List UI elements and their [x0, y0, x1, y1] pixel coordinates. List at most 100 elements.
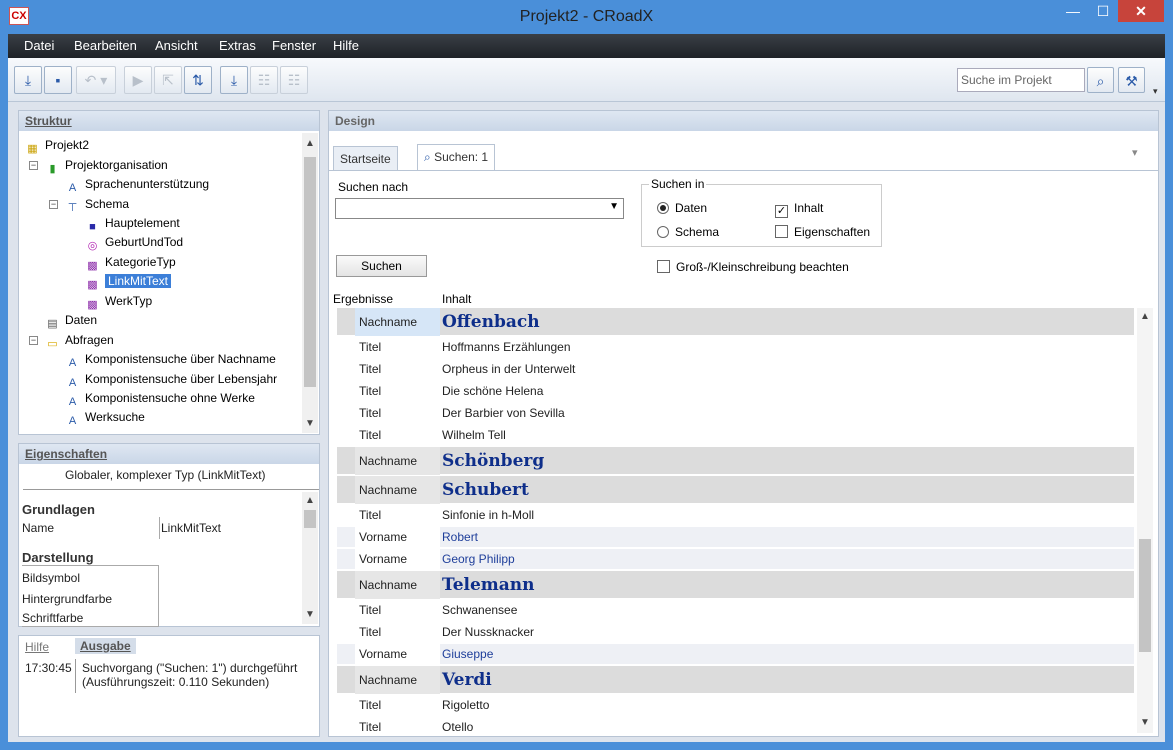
checkbox-inhalt[interactable]: ✓ Inhalt	[775, 201, 823, 218]
result-row[interactable]: Nachname Telemann	[337, 571, 1134, 599]
property-bildsymbol[interactable]: Bildsymbol	[22, 571, 80, 585]
result-row[interactable]: Vorname Robert	[337, 527, 1134, 548]
result-row[interactable]: Nachname Schubert	[337, 476, 1134, 504]
export-icon[interactable]: ⇱	[154, 66, 182, 94]
maximize-button[interactable]: ☐	[1088, 0, 1118, 22]
download-icon[interactable]: ⤓	[220, 66, 248, 94]
tab-suchen[interactable]: ⌕ Suchen: 1	[417, 144, 496, 170]
column-ergebnisse: Ergebnisse	[333, 292, 394, 306]
result-row[interactable]: Titel Hoffmanns Erzählungen	[337, 337, 1134, 358]
tree-node-abfragen[interactable]: ▭ Abfragen	[45, 331, 113, 350]
tab-menu-icon[interactable]: ▾	[1132, 146, 1138, 159]
result-value: Der Barbier von Sevilla	[442, 406, 565, 420]
project-search-input[interactable]: Suche im Projekt	[957, 68, 1085, 92]
tree-node-query-1[interactable]: A Komponistensuche über Nachname	[65, 350, 276, 369]
property-name-value[interactable]: LinkMitText	[161, 521, 221, 535]
result-row[interactable]: Nachname Schönberg	[337, 447, 1134, 475]
structure-panel: Struktur ▦ Projekt2 − ▮ Projektorganisatio…	[18, 110, 320, 435]
save-icon[interactable]: ▪	[44, 66, 72, 94]
checkbox-case[interactable]: Groß-/Kleinschreibung beachten	[657, 260, 849, 274]
tree-node-schema[interactable]: ⊤ Schema	[65, 195, 129, 214]
result-row[interactable]: Nachname Verdi	[337, 666, 1134, 694]
scrollbar-thumb[interactable]	[304, 510, 316, 528]
tree-node-linkmittext[interactable]: ▩ LinkMitText	[85, 272, 172, 291]
collapse-icon[interactable]: −	[29, 161, 38, 170]
menu-bearbeiten[interactable]: Bearbeiten	[74, 34, 137, 58]
result-row[interactable]: Vorname Georg Philipp	[337, 549, 1134, 570]
result-row[interactable]: Nachname Offenbach	[337, 308, 1134, 336]
chevron-down-icon[interactable]: ▼	[609, 201, 619, 212]
result-row[interactable]: Titel Rigoletto	[337, 695, 1134, 716]
search-button[interactable]: Suchen	[336, 255, 427, 277]
close-button[interactable]: ✕	[1118, 0, 1164, 22]
language-icon: A	[68, 182, 77, 194]
tree-node-projektorganisation[interactable]: ▮ Projektorganisation	[45, 156, 167, 175]
tree-icon[interactable]: ☷	[250, 66, 278, 94]
result-row[interactable]: Titel Otello	[337, 717, 1134, 733]
menu-ansicht[interactable]: Ansicht	[155, 34, 198, 58]
menu-hilfe[interactable]: Hilfe	[333, 34, 359, 58]
search-input[interactable]: ▼	[335, 198, 624, 219]
chevron-up-icon[interactable]: ▲	[1137, 310, 1153, 324]
document-icon: ▤	[47, 318, 58, 330]
menu-extras[interactable]: Extras	[219, 34, 256, 58]
result-row[interactable]: Titel Sinfonie in h-Moll	[337, 505, 1134, 526]
import-icon[interactable]: ⤓	[14, 66, 42, 94]
chevron-up-icon[interactable]: ▲	[302, 137, 318, 151]
search-icon[interactable]: ⌕	[1087, 67, 1114, 93]
result-row[interactable]: Titel Der Nussknacker	[337, 622, 1134, 643]
result-row[interactable]: Titel Orpheus in der Unterwelt	[337, 359, 1134, 380]
minimize-button[interactable]: —	[1058, 0, 1088, 22]
tree-edit-icon[interactable]: ☷	[280, 66, 308, 94]
settings-icon[interactable]: ⚒	[1118, 67, 1145, 93]
tab-hilfe[interactable]: Hilfe	[25, 640, 49, 654]
scrollbar-thumb[interactable]	[304, 157, 316, 387]
undo-icon[interactable]: ↶ ▾	[76, 66, 116, 94]
chevron-down-icon[interactable]: ▼	[302, 417, 318, 431]
result-value: Verdi	[442, 670, 492, 690]
structure-scrollbar[interactable]: ▲ ▼	[302, 133, 318, 433]
properties-scrollbar[interactable]: ▲ ▼	[302, 492, 318, 624]
tree-node-werktyp[interactable]: ▩ WerkTyp	[85, 292, 152, 311]
design-panel: Design Startseite ⌕ Suchen: 1 ▾ Suchen n…	[328, 110, 1159, 737]
tree-node-kategorietyp[interactable]: ▩ KategorieTyp	[85, 253, 175, 272]
query-icon: A	[68, 377, 77, 389]
tab-startseite[interactable]: Startseite	[333, 146, 398, 170]
tree-node-geburtundtod[interactable]: ◎ GeburtUndTod	[85, 233, 183, 252]
chevron-down-icon[interactable]: ▼	[302, 608, 318, 622]
chevron-up-icon[interactable]: ▲	[302, 494, 318, 508]
menu-fenster[interactable]: Fenster	[272, 34, 316, 58]
transfer-icon[interactable]: ⇅	[184, 66, 212, 94]
menu-datei[interactable]: Datei	[24, 34, 54, 58]
checkbox-eigenschaften[interactable]: Eigenschaften	[775, 225, 870, 239]
property-schriftfarbe[interactable]: Schriftfarbe	[22, 611, 83, 625]
chevron-down-icon[interactable]: ▾	[1153, 86, 1158, 97]
result-label: Nachname	[355, 571, 440, 599]
tree-node-query-2[interactable]: A Komponistensuche über Lebensjahr	[65, 370, 277, 389]
property-hintergrundfarbe[interactable]: Hintergrundfarbe	[22, 592, 112, 606]
result-row[interactable]: Titel Schwanensee	[337, 600, 1134, 621]
radio-schema[interactable]: Schema	[657, 225, 719, 239]
result-row[interactable]: Titel Wilhelm Tell	[337, 425, 1134, 446]
tree-node-sprachen[interactable]: A Sprachenunterstützung	[65, 175, 209, 194]
chevron-down-icon[interactable]: ▼	[1137, 716, 1153, 730]
scrollbar-thumb[interactable]	[1139, 539, 1151, 652]
collapse-icon[interactable]: −	[29, 336, 38, 345]
result-row[interactable]: Titel Der Barbier von Sevilla	[337, 403, 1134, 424]
tree-node-projekt2[interactable]: ▦ Projekt2	[25, 136, 89, 155]
tree-node-query-3[interactable]: A Komponistensuche ohne Werke	[65, 389, 255, 408]
tree-node-hauptelement[interactable]: ■ Hauptelement	[85, 214, 180, 233]
result-row[interactable]: Titel Die schöne Helena	[337, 381, 1134, 402]
run-icon[interactable]: ▶	[124, 66, 152, 94]
results-scrollbar[interactable]: ▲ ▼	[1137, 308, 1153, 733]
result-label: Nachname	[355, 308, 440, 336]
collapse-icon[interactable]: −	[49, 200, 58, 209]
radio-daten[interactable]: Daten	[657, 201, 707, 215]
tree-node-daten[interactable]: ▤ Daten	[45, 311, 97, 330]
tree-node-query-4[interactable]: A Werksuche	[65, 408, 145, 427]
properties-panel: Eigenschaften Globaler, komplexer Typ (L…	[18, 443, 320, 627]
result-value: Wilhelm Tell	[442, 428, 506, 442]
result-row[interactable]: Vorname Giuseppe	[337, 644, 1134, 665]
tab-ausgabe[interactable]: Ausgabe	[75, 638, 136, 654]
divider	[23, 489, 319, 490]
